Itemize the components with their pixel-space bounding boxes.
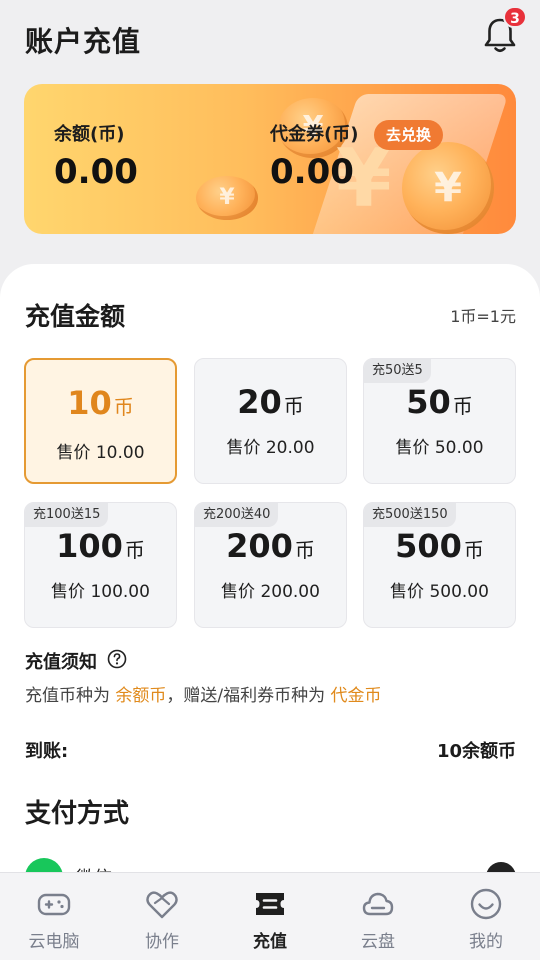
help-icon[interactable] <box>107 649 127 669</box>
tab-label: 云盘 <box>361 932 395 952</box>
tab-label: 协作 <box>145 932 179 952</box>
option-price: 售价 50.00 <box>395 438 484 458</box>
tab-me[interactable]: 我的 <box>432 873 540 960</box>
arrival-label: 到账: <box>25 741 69 762</box>
recharge-option-50[interactable]: 充50送5 50 币 售价 50.00 <box>363 358 516 484</box>
recharge-title: 充值金额 <box>25 302 126 331</box>
option-amount: 500 币 <box>395 527 484 565</box>
exchange-rate: 1币=1元 <box>450 307 516 326</box>
bottom-tabbar: 云电脑 协作 充值 云盘 我的 <box>0 872 540 960</box>
arrival-value: 10余额币 <box>436 741 516 762</box>
tab-label: 充值 <box>253 932 287 952</box>
bonus-tag: 充100送15 <box>25 503 109 527</box>
tab-cloud-pc[interactable]: 云电脑 <box>0 873 108 960</box>
balance-card: ¥ ¥ ¥ ¥ 余额(币) 0.00 代金券(币) 0.00 去兑换 <box>24 84 516 234</box>
smiley-icon <box>470 888 502 920</box>
voucher-label: 代金券(币) <box>270 124 359 145</box>
bonus-tag: 充200送40 <box>195 503 279 527</box>
bonus-tag: 充500送150 <box>364 503 456 527</box>
option-amount: 20 币 <box>237 383 304 421</box>
tab-recharge[interactable]: 充值 <box>216 873 324 960</box>
notice-title: 充值须知 <box>25 652 97 673</box>
balance-coin-highlight: 余额币 <box>115 686 167 706</box>
option-price: 售价 10.00 <box>56 443 145 463</box>
bonus-tag: 充50送5 <box>364 359 431 383</box>
option-price: 售价 500.00 <box>390 582 489 602</box>
coin-decoration: ¥ <box>196 176 258 220</box>
option-price: 售价 200.00 <box>221 582 320 602</box>
option-amount: 10 币 <box>67 384 134 422</box>
balance-value: 0.00 <box>54 152 138 192</box>
gamepad-icon <box>37 893 71 916</box>
option-amount: 100 币 <box>56 527 145 565</box>
recharge-option-100[interactable]: 充100送15 100 币 售价 100.00 <box>24 502 177 628</box>
exchange-button[interactable]: 去兑换 <box>374 120 444 150</box>
voucher-value: 0.00 <box>270 152 354 192</box>
tab-cloud-drive[interactable]: 云盘 <box>324 873 432 960</box>
recharge-option-200[interactable]: 充200送40 200 币 售价 200.00 <box>194 502 347 628</box>
recharge-option-10[interactable]: 10 币 售价 10.00 <box>24 358 177 484</box>
page-title: 账户充值 <box>25 25 142 58</box>
option-price: 售价 100.00 <box>51 582 150 602</box>
payment-title: 支付方式 <box>25 799 130 829</box>
cloud-icon <box>362 892 394 916</box>
option-amount: 50 币 <box>406 383 473 421</box>
option-amount: 200 币 <box>226 527 315 565</box>
tab-label: 云电脑 <box>28 932 80 952</box>
notification-badge: 3 <box>503 6 527 28</box>
recharge-option-500[interactable]: 充500送150 500 币 售价 500.00 <box>363 502 516 628</box>
coin-decoration: ¥ <box>402 142 494 234</box>
heart-handshake-icon <box>146 891 178 919</box>
notice-text: 充值币种为 余额币，赠送/福利券币种为 代金币 <box>25 686 382 706</box>
option-price: 售价 20.00 <box>226 438 315 458</box>
voucher-coin-highlight: 代金币 <box>330 686 382 706</box>
balance-label: 余额(币) <box>54 124 125 145</box>
header: 账户充值 3 <box>0 0 540 80</box>
tab-collaborate[interactable]: 协作 <box>108 873 216 960</box>
recharge-option-20[interactable]: 20 币 售价 20.00 <box>194 358 347 484</box>
ticket-icon <box>256 893 284 915</box>
tab-label: 我的 <box>469 932 503 952</box>
